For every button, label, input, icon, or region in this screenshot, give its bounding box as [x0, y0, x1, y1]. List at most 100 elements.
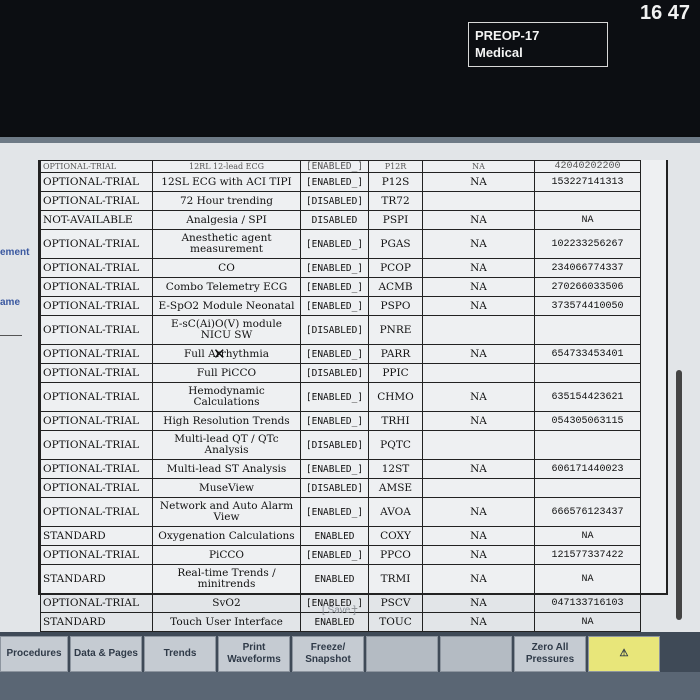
table-row[interactable]: OPTIONAL-TRIAL Multi-lead ST Analysis [ENA…	[40, 459, 641, 479]
cell-option: Full Arrhythmia	[152, 344, 301, 364]
cell-status: OPTIONAL-TRIAL	[40, 459, 153, 479]
cell-status: OPTIONAL-TRIAL	[40, 160, 153, 173]
table-row[interactable]: OPTIONAL-TRIAL E-sC(Ai)O(V) module NICU S…	[40, 315, 641, 345]
softkey-5[interactable]	[366, 636, 438, 672]
cell-support: NA	[422, 229, 535, 259]
table-row[interactable]: OPTIONAL-TRIAL E-SpO2 Module Neonatal [ENA…	[40, 296, 641, 316]
cell-option: Touch User Interface	[152, 612, 301, 632]
table-row[interactable]: OPTIONAL-TRIAL Multi-lead QT / QTc Analys…	[40, 430, 641, 460]
cell-code: TR72	[368, 191, 423, 211]
cell-serial: NA	[534, 612, 641, 632]
cell-code: ACMB	[368, 277, 423, 297]
cell-support	[422, 191, 535, 211]
cell-support: NA	[422, 258, 535, 278]
cell-code: AVOA	[368, 497, 423, 527]
cell-option: 12SL ECG with ACI TIPI	[152, 172, 301, 192]
cell-option: Analgesia / SPI	[152, 210, 301, 230]
softkey-1[interactable]: Data & Pages	[70, 636, 142, 672]
cell-support	[422, 430, 535, 460]
alarm-silence-button[interactable]: ⚠	[588, 636, 660, 672]
cell-state: [ENABLED_]	[300, 382, 369, 412]
table-row[interactable]: OPTIONAL-TRIAL CO [ENABLED_] PCOP NA 23406677…	[40, 258, 641, 278]
table-row[interactable]: OPTIONAL-TRIAL 12SL ECG with ACI TIPI [ENA…	[40, 172, 641, 192]
table-scrollbar[interactable]	[676, 370, 682, 620]
cell-state: [ENABLED_]	[300, 545, 369, 565]
cell-status: OPTIONAL-TRIAL	[40, 277, 153, 297]
table-row[interactable]: OPTIONAL-TRIAL Combo Telemetry ECG [ENABLE…	[40, 277, 641, 297]
cell-serial: 153227141313	[534, 172, 641, 192]
cell-option: Anesthetic agent measurement	[152, 229, 301, 259]
touch-cursor-icon: ✕	[213, 345, 226, 363]
cell-serial: 102233256267	[534, 229, 641, 259]
cell-code: P12R	[368, 160, 423, 173]
softkey-3[interactable]: Print Waveforms	[218, 636, 290, 672]
table-row[interactable]: OPTIONAL-TRIAL MuseView [DISABLED] AMSE	[40, 478, 641, 498]
table-row[interactable]: NOT-AVAILABLE Analgesia / SPI DISABLED PSPI…	[40, 210, 641, 230]
cell-code: AMSE	[368, 478, 423, 498]
cell-state: [ENABLED_]	[300, 497, 369, 527]
save-button[interactable]: [ Save ]	[322, 605, 356, 616]
cell-code: PCOP	[368, 258, 423, 278]
table-row[interactable]: OPTIONAL-TRIAL PiCCO [ENABLED_] PPCO NA 12157…	[40, 545, 641, 565]
cell-serial: NA	[534, 210, 641, 230]
cell-support	[422, 478, 535, 498]
cell-status: OPTIONAL-TRIAL	[40, 191, 153, 211]
cell-option: MuseView	[152, 478, 301, 498]
cell-state: [ENABLED_]	[300, 160, 369, 173]
table-row[interactable]: OPTIONAL-TRIAL High Resolution Trends [ENA…	[40, 411, 641, 431]
cell-code: COXY	[368, 526, 423, 546]
cell-code: PARR	[368, 344, 423, 364]
softkey-0[interactable]: Procedures	[0, 636, 68, 672]
cell-state: [ENABLED_]	[300, 258, 369, 278]
table-row-partial: OPTIONAL-TRIAL 12RL 12-lead ECG [ENABLED…	[40, 160, 641, 173]
cell-option: 12RL 12-lead ECG	[152, 160, 301, 173]
table-row[interactable]: OPTIONAL-TRIAL 72 Hour trending [DISABLED]…	[40, 191, 641, 211]
cell-support: NA	[422, 612, 535, 632]
cell-status: OPTIONAL-TRIAL	[40, 382, 153, 412]
cell-state: [DISABLED]	[300, 363, 369, 383]
cell-option: High Resolution Trends	[152, 411, 301, 431]
cell-code: PSPO	[368, 296, 423, 316]
cell-support: NA	[422, 593, 535, 613]
cell-support: NA	[422, 497, 535, 527]
softkey-4[interactable]: Freeze/ Snapshot	[292, 636, 364, 672]
cell-option: Hemodynamic Calculations	[152, 382, 301, 412]
monitor-top-area	[0, 0, 700, 135]
cell-support: NA	[422, 344, 535, 364]
softkey-6[interactable]	[440, 636, 512, 672]
cell-serial	[534, 430, 641, 460]
table-row[interactable]: OPTIONAL-TRIAL Full PiCCO [DISABLED] PPIC	[40, 363, 641, 383]
cell-option: Full PiCCO	[152, 363, 301, 383]
license-table: OPTIONAL-TRIAL 12RL 12-lead ECG [ENABLED…	[40, 160, 641, 651]
cell-option: Oxygenation Calculations	[152, 526, 301, 546]
license-table-frame: OPTIONAL-TRIAL 12RL 12-lead ECG [ENABLED…	[38, 160, 668, 651]
cell-code: TRMI	[368, 564, 423, 594]
cell-status: STANDARD	[40, 564, 153, 594]
cell-option: SvO2	[152, 593, 301, 613]
cell-code: PSCV	[368, 593, 423, 613]
cell-state: [DISABLED]	[300, 430, 369, 460]
cell-support: NA	[422, 172, 535, 192]
cell-status: OPTIONAL-TRIAL	[40, 497, 153, 527]
table-row[interactable]: OPTIONAL-TRIAL Full Arrhythmia [ENABLED_] P…	[40, 344, 641, 364]
table-row[interactable]: STANDARD Real-time Trends / minitrends ENA…	[40, 564, 641, 594]
patient-profile-box[interactable]: PREOP-17 Medical	[468, 22, 608, 67]
cell-status: OPTIONAL-TRIAL	[40, 478, 153, 498]
cell-status: STANDARD	[40, 612, 153, 632]
table-row[interactable]: OPTIONAL-TRIAL Hemodynamic Calculations [E…	[40, 382, 641, 412]
table-row[interactable]: OPTIONAL-TRIAL Network and Auto Alarm Vie…	[40, 497, 641, 527]
cell-serial: 666576123437	[534, 497, 641, 527]
cell-state: ENABLED	[300, 564, 369, 594]
cell-serial	[534, 478, 641, 498]
cell-serial: 42040202200	[534, 160, 641, 173]
cell-serial: 054305063115	[534, 411, 641, 431]
table-row[interactable]: STANDARD Oxygenation Calculations ENABLED C…	[40, 526, 641, 546]
cell-option: CO	[152, 258, 301, 278]
cell-serial: 234066774337	[534, 258, 641, 278]
softkey-7[interactable]: Zero All Pressures	[514, 636, 586, 672]
softkey-2[interactable]: Trends	[144, 636, 216, 672]
table-row[interactable]: OPTIONAL-TRIAL Anesthetic agent measureme…	[40, 229, 641, 259]
cell-code: PNRE	[368, 315, 423, 345]
cell-serial: 270266033506	[534, 277, 641, 297]
cell-status: OPTIONAL-TRIAL	[40, 172, 153, 192]
